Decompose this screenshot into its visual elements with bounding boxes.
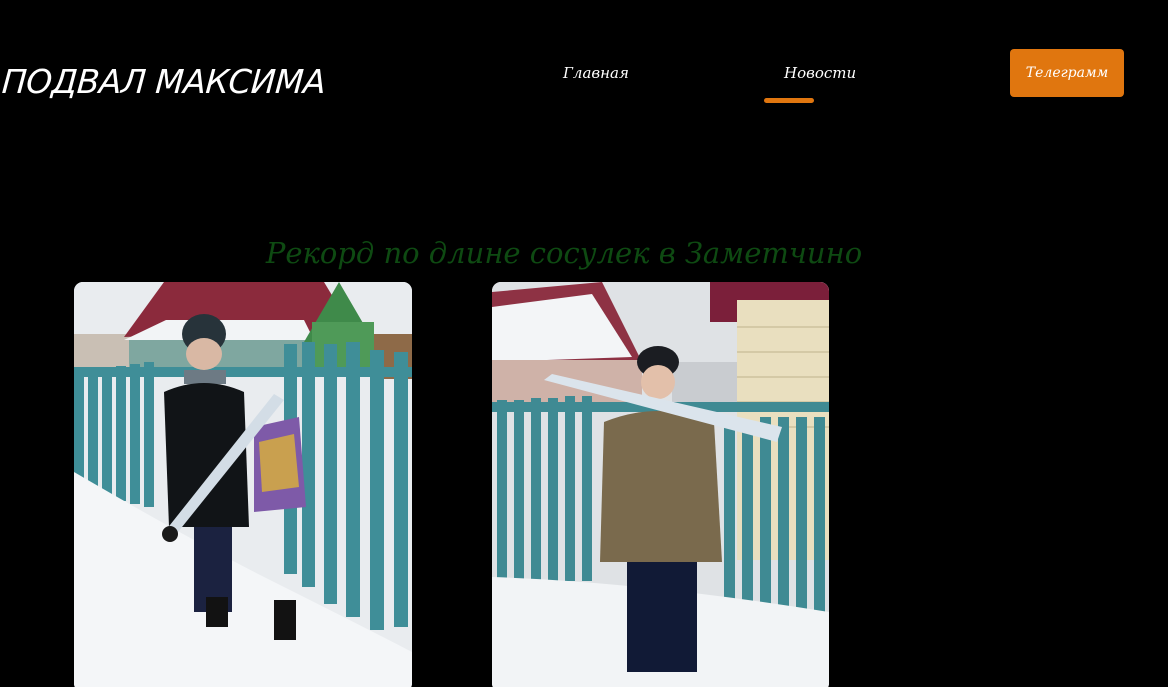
nav-news-link[interactable]: Новости bbox=[784, 64, 856, 82]
active-tab-indicator bbox=[764, 98, 814, 103]
page: ПОДВАЛ МАКСИМА Главная Новости Телеграмм… bbox=[0, 0, 1168, 687]
photo-person-icicle bbox=[492, 282, 829, 687]
photo-boy-icicle bbox=[74, 282, 412, 687]
site-logo[interactable]: ПОДВАЛ МАКСИМА bbox=[1, 62, 327, 101]
telegram-button[interactable]: Телеграмм bbox=[1010, 49, 1124, 97]
nav-home-link[interactable]: Главная bbox=[563, 64, 629, 82]
article-photo-1[interactable] bbox=[74, 282, 412, 687]
article-title: Рекорд по длине сосулек в Заметчино bbox=[265, 236, 863, 270]
article-photo-2[interactable] bbox=[492, 282, 829, 687]
